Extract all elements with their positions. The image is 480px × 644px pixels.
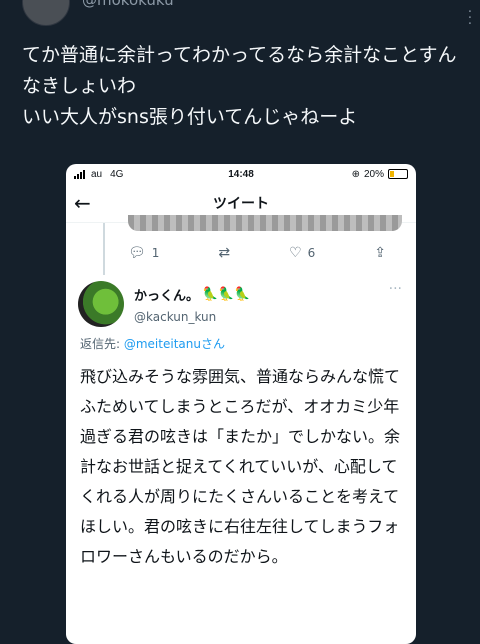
battery-icon — [388, 169, 408, 179]
network-label: 4G — [110, 168, 124, 180]
parrot-emoji: 🦜🦜🦜 — [202, 287, 251, 302]
carrier-label: au — [91, 168, 103, 180]
thread-line — [103, 223, 105, 275]
author-avatar[interactable] — [22, 0, 70, 26]
share-icon: ⇪ — [374, 245, 386, 261]
reply-author-name[interactable]: かっくん。 🦜🦜🦜 — [134, 285, 251, 304]
retweet-icon: ⇄ — [218, 245, 231, 261]
retweet-action[interactable]: ⇄ — [218, 245, 230, 261]
replying-to-link[interactable]: @meiteitanu — [124, 337, 201, 351]
reply-action[interactable]: 💬︎ 1 — [128, 245, 159, 261]
more-options-icon[interactable]: · · · — [468, 6, 472, 31]
page-title: ツイート — [213, 196, 269, 212]
like-action[interactable]: ♡ 6 — [289, 245, 315, 261]
tweet-text: てか普通に余計ってわかってるなら余計なことすんなきしょいわ いい大人がsns張り… — [22, 44, 457, 128]
avatar[interactable] — [78, 281, 124, 327]
previous-tweet-image[interactable] — [128, 215, 402, 231]
orientation-lock-icon: ⊕ — [351, 168, 360, 180]
back-arrow-icon[interactable]: ← — [74, 191, 91, 215]
reply-header: かっくん。 🦜🦜🦜 @kackun_kun ··· — [66, 275, 416, 327]
status-bar: au 4G 14:48 ⊕ 20% — [66, 164, 416, 184]
reply-icon: 💬︎ — [128, 245, 146, 261]
battery-percent: 20% — [363, 168, 384, 180]
more-icon[interactable]: ··· — [389, 281, 402, 297]
signal-icon — [74, 169, 85, 179]
share-action[interactable]: ⇪ — [374, 245, 386, 261]
author-handle[interactable]: @mokokuku — [82, 0, 174, 9]
replying-to: 返信先: @meiteitanuさん — [66, 327, 416, 352]
display-name: かっくん。 — [134, 289, 200, 304]
tweet-actions: 💬︎ 1 ⇄ ♡ 6 ⇪ — [128, 245, 386, 261]
previous-tweet: 💬︎ 1 ⇄ ♡ 6 ⇪ — [66, 215, 416, 275]
reply-text: 飛び込みそうな雰囲気、普通ならみんな慌てふためいてしまうところだが、オオカミ少年… — [80, 367, 401, 566]
reply-author-handle[interactable]: @kackun_kun — [134, 310, 251, 324]
replying-suffix: さん — [200, 337, 225, 351]
reply-count: 1 — [151, 246, 160, 260]
replying-prefix: 返信先: — [80, 337, 124, 351]
embedded-screenshot[interactable]: au 4G 14:48 ⊕ 20% ← ツイート 💬︎ 1 ⇄ ♡ 6 ⇪ かっくん… — [66, 164, 416, 644]
heart-icon: ♡ — [289, 245, 302, 261]
like-count: 6 — [307, 246, 316, 260]
